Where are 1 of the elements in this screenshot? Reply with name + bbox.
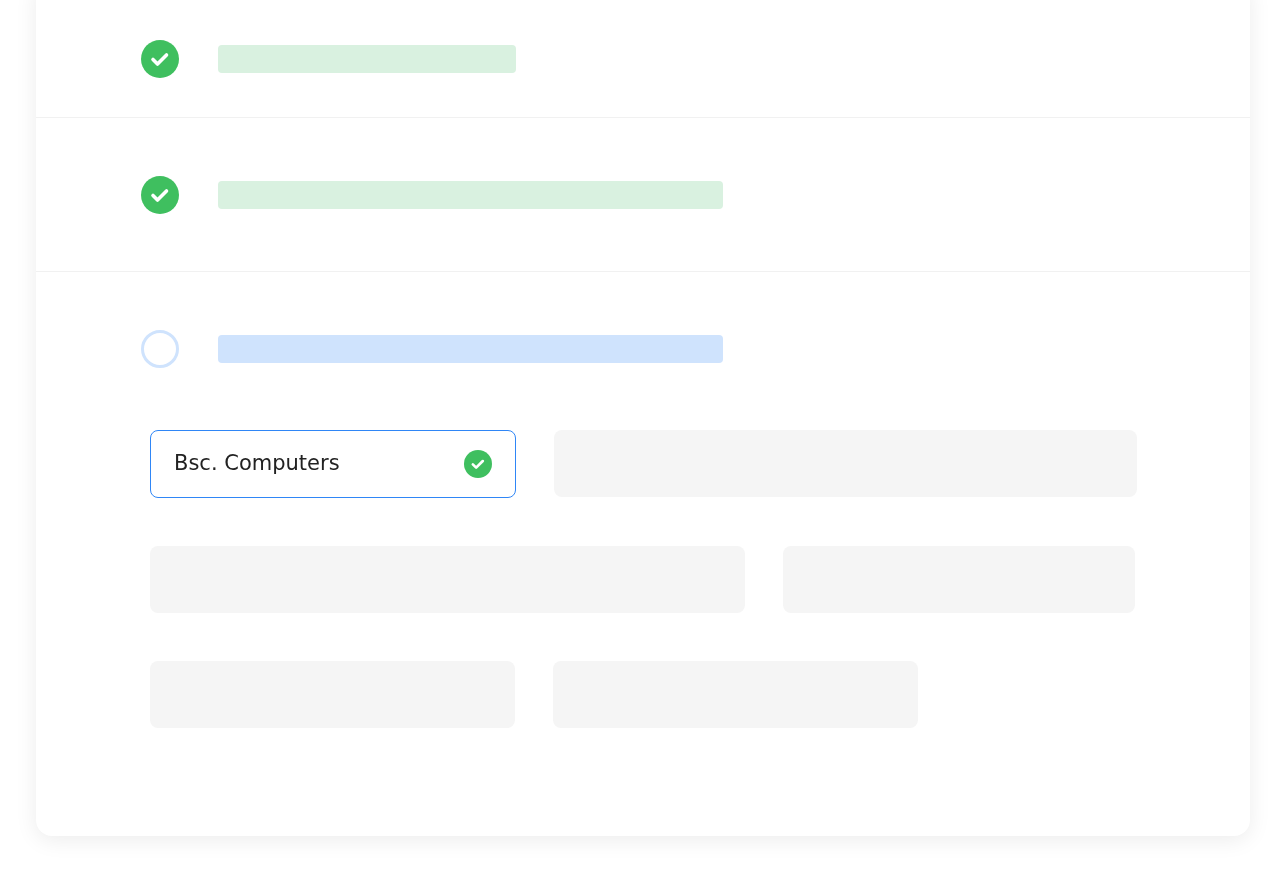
degree-field[interactable]: Bsc. Computers [150,430,516,498]
